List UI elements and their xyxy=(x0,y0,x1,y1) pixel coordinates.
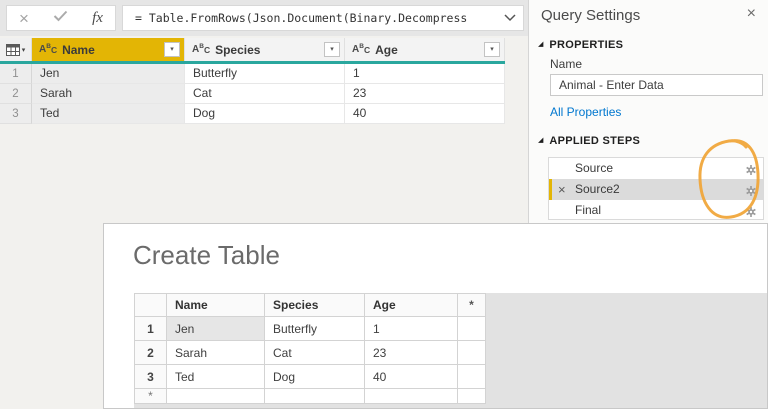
filter-dropdown-icon: ▾ xyxy=(330,46,334,53)
table-row: 1 Jen Butterfly 1 xyxy=(134,316,486,341)
column-filter-button[interactable]: ▾ xyxy=(484,42,500,57)
cell-species[interactable]: Cat xyxy=(185,84,345,104)
step-source[interactable]: Source xyxy=(549,158,763,179)
table-row: 2 Sarah Cat 23 xyxy=(134,340,486,365)
table-icon xyxy=(5,43,20,56)
grid-cell[interactable] xyxy=(264,388,365,404)
table-row: 2 Sarah Cat 23 xyxy=(0,84,505,104)
fx-icon[interactable]: fx xyxy=(92,10,103,27)
confirm-icon[interactable] xyxy=(53,9,68,27)
new-row-marker: * xyxy=(134,388,167,404)
close-icon[interactable]: × xyxy=(747,5,756,23)
expand-formula-chevron-icon[interactable] xyxy=(497,14,523,22)
column-name-label: Age xyxy=(375,42,398,57)
grid-header-species[interactable]: Species xyxy=(264,293,365,317)
row-number: 2 xyxy=(134,340,167,365)
grid-cell[interactable] xyxy=(364,388,458,404)
applied-steps-list: Source × Source2 Final xyxy=(548,157,764,220)
column-filter-button[interactable]: ▾ xyxy=(164,42,180,57)
step-label: Final xyxy=(575,203,602,217)
column-name-label: Name xyxy=(62,42,95,57)
step-final[interactable]: Final xyxy=(549,200,763,221)
formula-input[interactable] xyxy=(123,11,497,25)
step-source2[interactable]: × Source2 xyxy=(549,179,763,200)
cancel-icon[interactable]: × xyxy=(19,10,29,27)
text-type-icon: ABC xyxy=(192,42,211,55)
grid-cell[interactable] xyxy=(166,388,265,404)
gear-icon[interactable] xyxy=(745,204,757,225)
new-row: * xyxy=(134,388,486,404)
preview-header-row: ▾ ABC Name ▾ ABC Species ▾ ABC Age ▾ xyxy=(0,38,505,64)
corner-cell xyxy=(134,293,167,317)
row-number: 1 xyxy=(0,64,32,84)
grid-cell[interactable] xyxy=(457,340,486,365)
formula-button-group: × fx xyxy=(6,5,116,31)
cell-age[interactable]: 40 xyxy=(345,104,505,124)
power-query-editor: × fx ▾ xyxy=(0,0,768,409)
grid-header-name[interactable]: Name xyxy=(166,293,265,317)
grid-cell[interactable]: 40 xyxy=(364,364,458,389)
grid-cell[interactable]: Sarah xyxy=(166,340,265,365)
step-label: Source xyxy=(575,161,614,175)
table-menu-button[interactable]: ▾ xyxy=(0,38,32,61)
name-field-label: Name xyxy=(550,57,583,71)
create-table-grid: Name Species Age * 1 Jen Butterfly 1 2 S… xyxy=(134,293,486,404)
collapse-icon: ◢ xyxy=(538,137,544,144)
text-type-icon: ABC xyxy=(352,42,371,55)
all-properties-link[interactable]: All Properties xyxy=(550,105,621,119)
cell-age[interactable]: 23 xyxy=(345,84,505,104)
cell-name[interactable]: Jen xyxy=(32,64,185,84)
panel-title: Query Settings xyxy=(541,7,641,24)
grid-cell[interactable] xyxy=(457,364,486,389)
cell-species[interactable]: Butterfly xyxy=(185,64,345,84)
column-header-species[interactable]: ABC Species ▾ xyxy=(185,38,345,61)
column-header-age[interactable]: ABC Age ▾ xyxy=(345,38,505,61)
column-header-name[interactable]: ABC Name ▾ xyxy=(32,38,185,61)
cell-species[interactable]: Dog xyxy=(185,104,345,124)
create-table-dialog: Create Table Name Species Age * 1 Jen Bu… xyxy=(103,223,768,409)
table-row: 1 Jen Butterfly 1 xyxy=(0,64,505,84)
cell-name[interactable]: Sarah xyxy=(32,84,185,104)
grid-cell[interactable]: 23 xyxy=(364,340,458,365)
dialog-grid-area: Name Species Age * 1 Jen Butterfly 1 2 S… xyxy=(134,293,767,408)
delete-step-icon[interactable]: × xyxy=(558,179,566,200)
grid-cell[interactable]: Butterfly xyxy=(264,316,365,341)
table-menu-dropdown-icon: ▾ xyxy=(21,46,26,54)
grid-header-new-column[interactable]: * xyxy=(457,293,486,317)
row-number: 1 xyxy=(134,316,167,341)
table-row: 3 Ted Dog 40 xyxy=(134,364,486,389)
grid-cell[interactable]: Jen xyxy=(166,316,265,341)
column-name-label: Species xyxy=(215,42,261,57)
filter-dropdown-icon: ▾ xyxy=(170,46,174,53)
applied-steps-section-header[interactable]: ◢ APPLIED STEPS xyxy=(538,135,640,147)
data-preview-table: ▾ ABC Name ▾ ABC Species ▾ ABC Age ▾ 1 J… xyxy=(0,38,505,124)
grid-cell[interactable]: Ted xyxy=(166,364,265,389)
formula-input-box xyxy=(122,5,524,31)
column-filter-button[interactable]: ▾ xyxy=(324,42,340,57)
grid-header-row: Name Species Age * xyxy=(134,293,486,317)
row-number: 3 xyxy=(134,364,167,389)
collapse-icon: ◢ xyxy=(538,41,544,48)
formula-bar: × fx xyxy=(0,0,528,36)
table-row: 3 Ted Dog 40 xyxy=(0,104,505,124)
row-number: 2 xyxy=(0,84,32,104)
query-name-input[interactable] xyxy=(550,74,763,96)
grid-cell[interactable]: Dog xyxy=(264,364,365,389)
cell-name[interactable]: Ted xyxy=(32,104,185,124)
filter-dropdown-icon: ▾ xyxy=(490,46,494,53)
step-label: Source2 xyxy=(575,182,620,196)
row-number: 3 xyxy=(0,104,32,124)
properties-section-header[interactable]: ◢ PROPERTIES xyxy=(538,39,623,51)
grid-cell[interactable] xyxy=(457,316,486,341)
cell-age[interactable]: 1 xyxy=(345,64,505,84)
dialog-title: Create Table xyxy=(133,240,280,270)
text-type-icon: ABC xyxy=(39,42,58,55)
grid-cell[interactable]: Cat xyxy=(264,340,365,365)
grid-header-age[interactable]: Age xyxy=(364,293,458,317)
grid-cell[interactable] xyxy=(457,388,486,404)
grid-cell[interactable]: 1 xyxy=(364,316,458,341)
